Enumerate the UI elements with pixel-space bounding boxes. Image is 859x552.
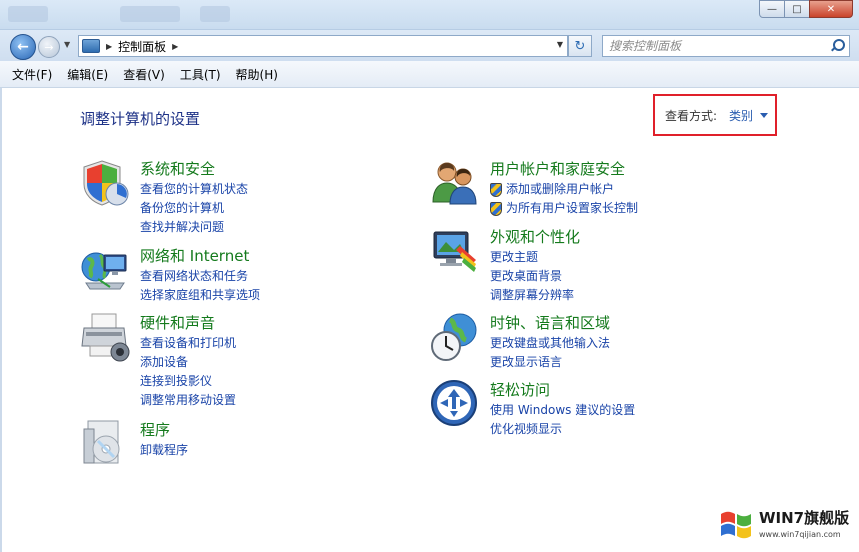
uac-shield-icon [490,182,502,197]
content-area: 调整计算机的设置 查看方式: 类别 系统和安全 查看您的计算机状态 备份您的计算… [0,88,859,552]
category-title[interactable]: 轻松访问 [490,379,550,400]
title-blur [200,6,230,22]
navigation-bar: ← → ▼ ▶ 控制面板 ▶ ▼ ↻ [0,30,859,61]
minimize-button[interactable]: — [759,0,785,18]
link-desktop-background[interactable]: 更改桌面背景 [490,267,574,286]
link-backup-computer[interactable]: 备份您的计算机 [140,199,248,218]
window-left-border [0,88,2,552]
link-windows-recommended[interactable]: 使用 Windows 建议的设置 [490,401,635,420]
close-button[interactable]: ✕ [809,0,853,18]
category-programs: 程序 卸载程序 [80,419,380,469]
link-troubleshoot[interactable]: 查找并解决问题 [140,218,248,237]
uac-shield-icon [490,201,502,216]
category-network-internet: 网络和 Internet 查看网络状态和任务 选择家庭组和共享选项 [80,245,380,305]
category-hardware-sound: 硬件和声音 查看设备和打印机 添加设备 连接到投影仪 调整常用移动设置 [80,312,380,408]
clock-globe-icon [431,313,477,361]
shield-flag-icon [83,160,129,206]
recent-pages-chevron-icon[interactable]: ▼ [64,40,70,49]
search-icon[interactable] [830,39,845,53]
category-ease-of-access: 轻松访问 使用 Windows 建议的设置 优化视频显示 [430,379,730,439]
appearance-monitor-icon [433,231,476,272]
category-links: 更改主题 更改桌面背景 调整屏幕分辨率 [490,248,574,305]
window-controls: — □ ✕ [759,0,853,18]
breadcrumb-arrow-icon[interactable]: ▶ [172,42,178,51]
windows-logo-icon [721,511,751,539]
category-appearance: 外观和个性化 更改主题 更改桌面背景 调整屏幕分辨率 [430,226,730,302]
back-button[interactable]: ← [10,34,36,60]
address-dropdown-icon[interactable]: ▼ [557,40,563,49]
page-title: 调整计算机的设置 [80,110,201,128]
users-icon [432,162,477,205]
ease-of-access-icon [431,380,477,426]
link-devices-printers[interactable]: 查看设备和打印机 [140,334,236,353]
search-box[interactable] [602,35,850,57]
link-screen-resolution[interactable]: 调整屏幕分辨率 [490,286,574,305]
link-add-remove-accounts[interactable]: 添加或删除用户帐户 [490,180,638,199]
category-links: 查看您的计算机状态 备份您的计算机 查找并解决问题 [140,180,248,237]
title-blur [8,6,48,22]
menu-edit[interactable]: 编辑(E) [67,66,108,83]
category-title[interactable]: 外观和个性化 [490,226,580,247]
breadcrumb-arrow-icon[interactable]: ▶ [106,42,112,51]
category-links: 卸载程序 [140,441,188,460]
breadcrumb-control-panel[interactable]: 控制面板 [118,38,166,55]
title-bar: — □ ✕ [0,0,859,30]
programs-disc-icon [83,420,120,464]
view-by-dropdown[interactable]: 类别 [729,107,753,124]
category-title[interactable]: 网络和 Internet [140,245,249,266]
category-title[interactable]: 程序 [140,419,170,440]
link-homegroup-sharing[interactable]: 选择家庭组和共享选项 [140,286,260,305]
view-by-control: 查看方式: 类别 [653,94,777,136]
link-optimize-display[interactable]: 优化视频显示 [490,420,635,439]
link-network-status[interactable]: 查看网络状态和任务 [140,267,260,286]
link-text[interactable]: 为所有用户设置家长控制 [506,199,638,218]
category-links: 使用 Windows 建议的设置 优化视频显示 [490,401,635,439]
menu-bar: 文件(F) 编辑(E) 查看(V) 工具(T) 帮助(H) [0,61,859,88]
network-globe-icon [81,252,127,290]
link-uninstall-program[interactable]: 卸载程序 [140,441,188,460]
link-add-device[interactable]: 添加设备 [140,353,236,372]
category-clock-language-region: 时钟、语言和区域 更改键盘或其他输入法 更改显示语言 [430,312,730,372]
category-links: 查看网络状态和任务 选择家庭组和共享选项 [140,267,260,305]
category-title[interactable]: 用户帐户和家庭安全 [490,158,625,179]
control-panel-icon [82,39,100,53]
category-title[interactable]: 系统和安全 [140,158,215,179]
refresh-button[interactable]: ↻ [568,35,592,57]
watermark: WIN7旗舰版 www.win7qijian.com [719,504,853,546]
printer-icon [81,313,130,362]
search-input[interactable] [603,39,830,53]
menu-view[interactable]: 查看(V) [123,66,165,83]
dropdown-caret-icon[interactable] [760,112,769,118]
category-links: 查看设备和打印机 添加设备 连接到投影仪 调整常用移动设置 [140,334,236,410]
category-title[interactable]: 硬件和声音 [140,312,215,333]
menu-tools[interactable]: 工具(T) [180,66,221,83]
category-user-accounts: 用户帐户和家庭安全 添加或删除用户帐户 为所有用户设置家长控制 [430,158,730,218]
link-parental-controls[interactable]: 为所有用户设置家长控制 [490,199,638,218]
category-links: 添加或删除用户帐户 为所有用户设置家长控制 [490,180,638,218]
watermark-title: WIN7旗舰版 [759,509,850,527]
forward-button[interactable]: → [38,36,60,58]
menu-file[interactable]: 文件(F) [12,66,52,83]
category-links: 更改键盘或其他输入法 更改显示语言 [490,334,610,372]
category-system-security: 系统和安全 查看您的计算机状态 备份您的计算机 查找并解决问题 [80,158,380,234]
link-keyboard-input[interactable]: 更改键盘或其他输入法 [490,334,610,353]
link-change-theme[interactable]: 更改主题 [490,248,574,267]
link-connect-projector[interactable]: 连接到投影仪 [140,372,236,391]
address-bar[interactable]: ▶ 控制面板 ▶ ▼ [78,35,568,57]
watermark-url: www.win7qijian.com [759,530,841,539]
link-view-computer-status[interactable]: 查看您的计算机状态 [140,180,248,199]
menu-help[interactable]: 帮助(H) [236,66,278,83]
category-title[interactable]: 时钟、语言和区域 [490,312,610,333]
view-by-label: 查看方式: [665,108,718,123]
link-display-language[interactable]: 更改显示语言 [490,353,610,372]
link-text[interactable]: 添加或删除用户帐户 [506,180,614,199]
title-blur [120,6,180,22]
maximize-button[interactable]: □ [784,0,810,18]
link-mobility-settings[interactable]: 调整常用移动设置 [140,391,236,410]
